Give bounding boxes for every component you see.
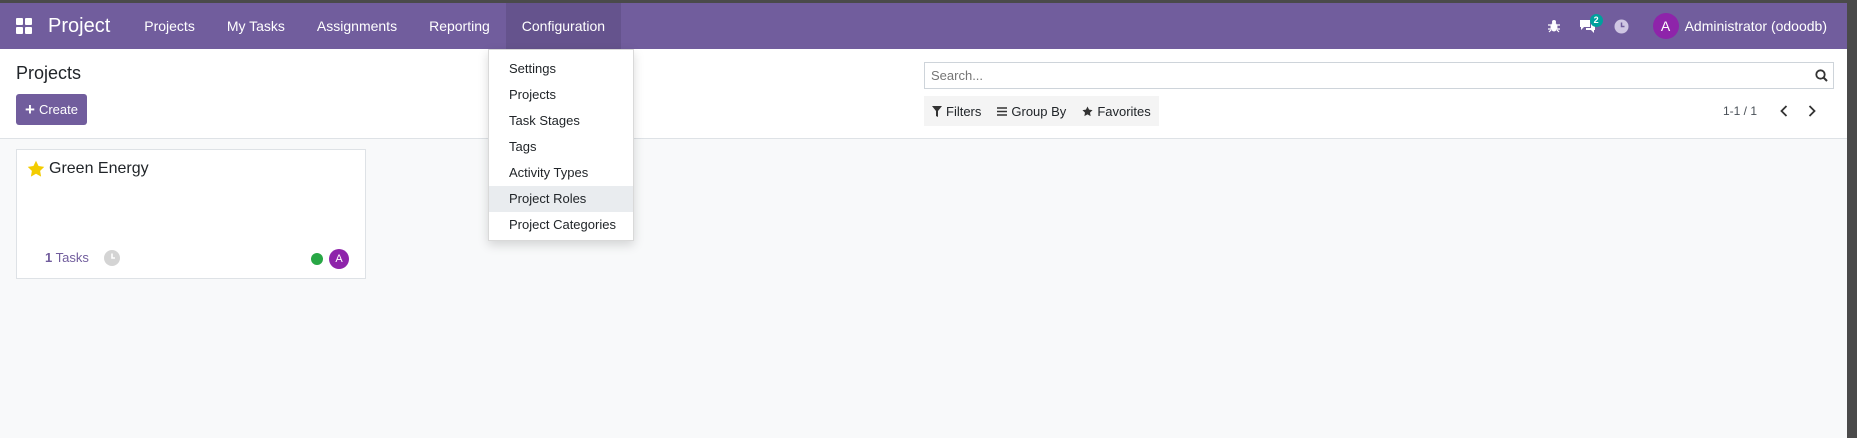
- page-title: Projects: [16, 63, 82, 83]
- page: Project Projects My Tasks Assignments Re…: [0, 3, 1847, 438]
- dropdown-item-task-stages[interactable]: Task Stages: [489, 108, 633, 134]
- task-count: 1: [45, 250, 53, 265]
- pager-previous-icon[interactable]: [1773, 100, 1795, 122]
- star-icon: [1082, 105, 1093, 116]
- project-name: Green Energy: [49, 160, 149, 177]
- user-menu[interactable]: A Administrator (odoodb): [1639, 13, 1837, 39]
- dropdown-item-projects[interactable]: Projects: [489, 82, 633, 108]
- dropdown-item-project-categories[interactable]: Project Categories: [489, 212, 633, 238]
- pager: 1-1 / 1: [1723, 96, 1823, 126]
- search-icon[interactable]: [1809, 63, 1833, 88]
- menu-my-tasks[interactable]: My Tasks: [211, 3, 301, 49]
- project-tasks-link[interactable]: 1 Tasks: [45, 250, 89, 265]
- menu-reporting[interactable]: Reporting: [413, 3, 506, 49]
- funnel-icon: [932, 105, 942, 117]
- dropdown-item-tags[interactable]: Tags: [489, 134, 633, 160]
- search-input[interactable]: [925, 63, 1809, 88]
- project-status-dot[interactable]: [311, 253, 323, 265]
- assignee-avatar[interactable]: A: [329, 249, 349, 269]
- filters-button[interactable]: Filters: [924, 96, 989, 126]
- messages-count-badge: 2: [1589, 14, 1603, 27]
- activity-clock-icon[interactable]: [1605, 3, 1639, 49]
- app-brand[interactable]: Project: [48, 15, 128, 38]
- tasks-label: Tasks: [55, 250, 89, 265]
- menu-assignments[interactable]: Assignments: [301, 3, 413, 49]
- favorites-button[interactable]: Favorites: [1074, 96, 1158, 126]
- search-bar: [924, 62, 1834, 89]
- project-card[interactable]: Green Energy 1 Tasks A: [16, 149, 366, 279]
- apps-menu-icon[interactable]: [0, 3, 48, 49]
- top-navbar: Project Projects My Tasks Assignments Re…: [0, 3, 1847, 49]
- group-by-label: Group By: [1011, 103, 1067, 119]
- create-button-label: Create: [38, 102, 78, 117]
- pager-next-icon[interactable]: [1801, 100, 1823, 122]
- favorites-label: Favorites: [1097, 103, 1151, 119]
- group-by-button[interactable]: Group By: [989, 96, 1074, 126]
- pager-value[interactable]: 1-1 / 1: [1723, 104, 1757, 118]
- create-button[interactable]: + Create: [16, 94, 87, 125]
- control-panel: Projects + Create Filters Group By: [0, 49, 1847, 139]
- bars-icon: [997, 106, 1008, 116]
- user-avatar: A: [1652, 13, 1679, 39]
- search-options: Filters Group By Favorites: [924, 96, 1159, 126]
- dropdown-item-activity-types[interactable]: Activity Types: [489, 160, 633, 186]
- configuration-dropdown: Settings Projects Task Stages Tags Activ…: [488, 49, 634, 241]
- navbar-systray: 2 A Administrator (odoodb): [1537, 3, 1847, 49]
- project-card-title: Green Energy: [27, 160, 149, 178]
- plus-icon: +: [25, 100, 35, 119]
- menu-configuration[interactable]: Configuration: [505, 3, 622, 49]
- dropdown-item-settings[interactable]: Settings: [489, 56, 633, 82]
- activity-clock-icon[interactable]: [103, 249, 121, 267]
- messages-icon[interactable]: 2: [1571, 3, 1605, 49]
- menu-projects[interactable]: Projects: [128, 3, 211, 49]
- filters-label: Filters: [946, 103, 982, 119]
- debug-bug-icon[interactable]: [1537, 3, 1571, 49]
- dropdown-item-project-roles[interactable]: Project Roles: [489, 186, 633, 212]
- user-name: Administrator (odoodb): [1684, 18, 1827, 34]
- favorite-star-icon[interactable]: [27, 160, 45, 178]
